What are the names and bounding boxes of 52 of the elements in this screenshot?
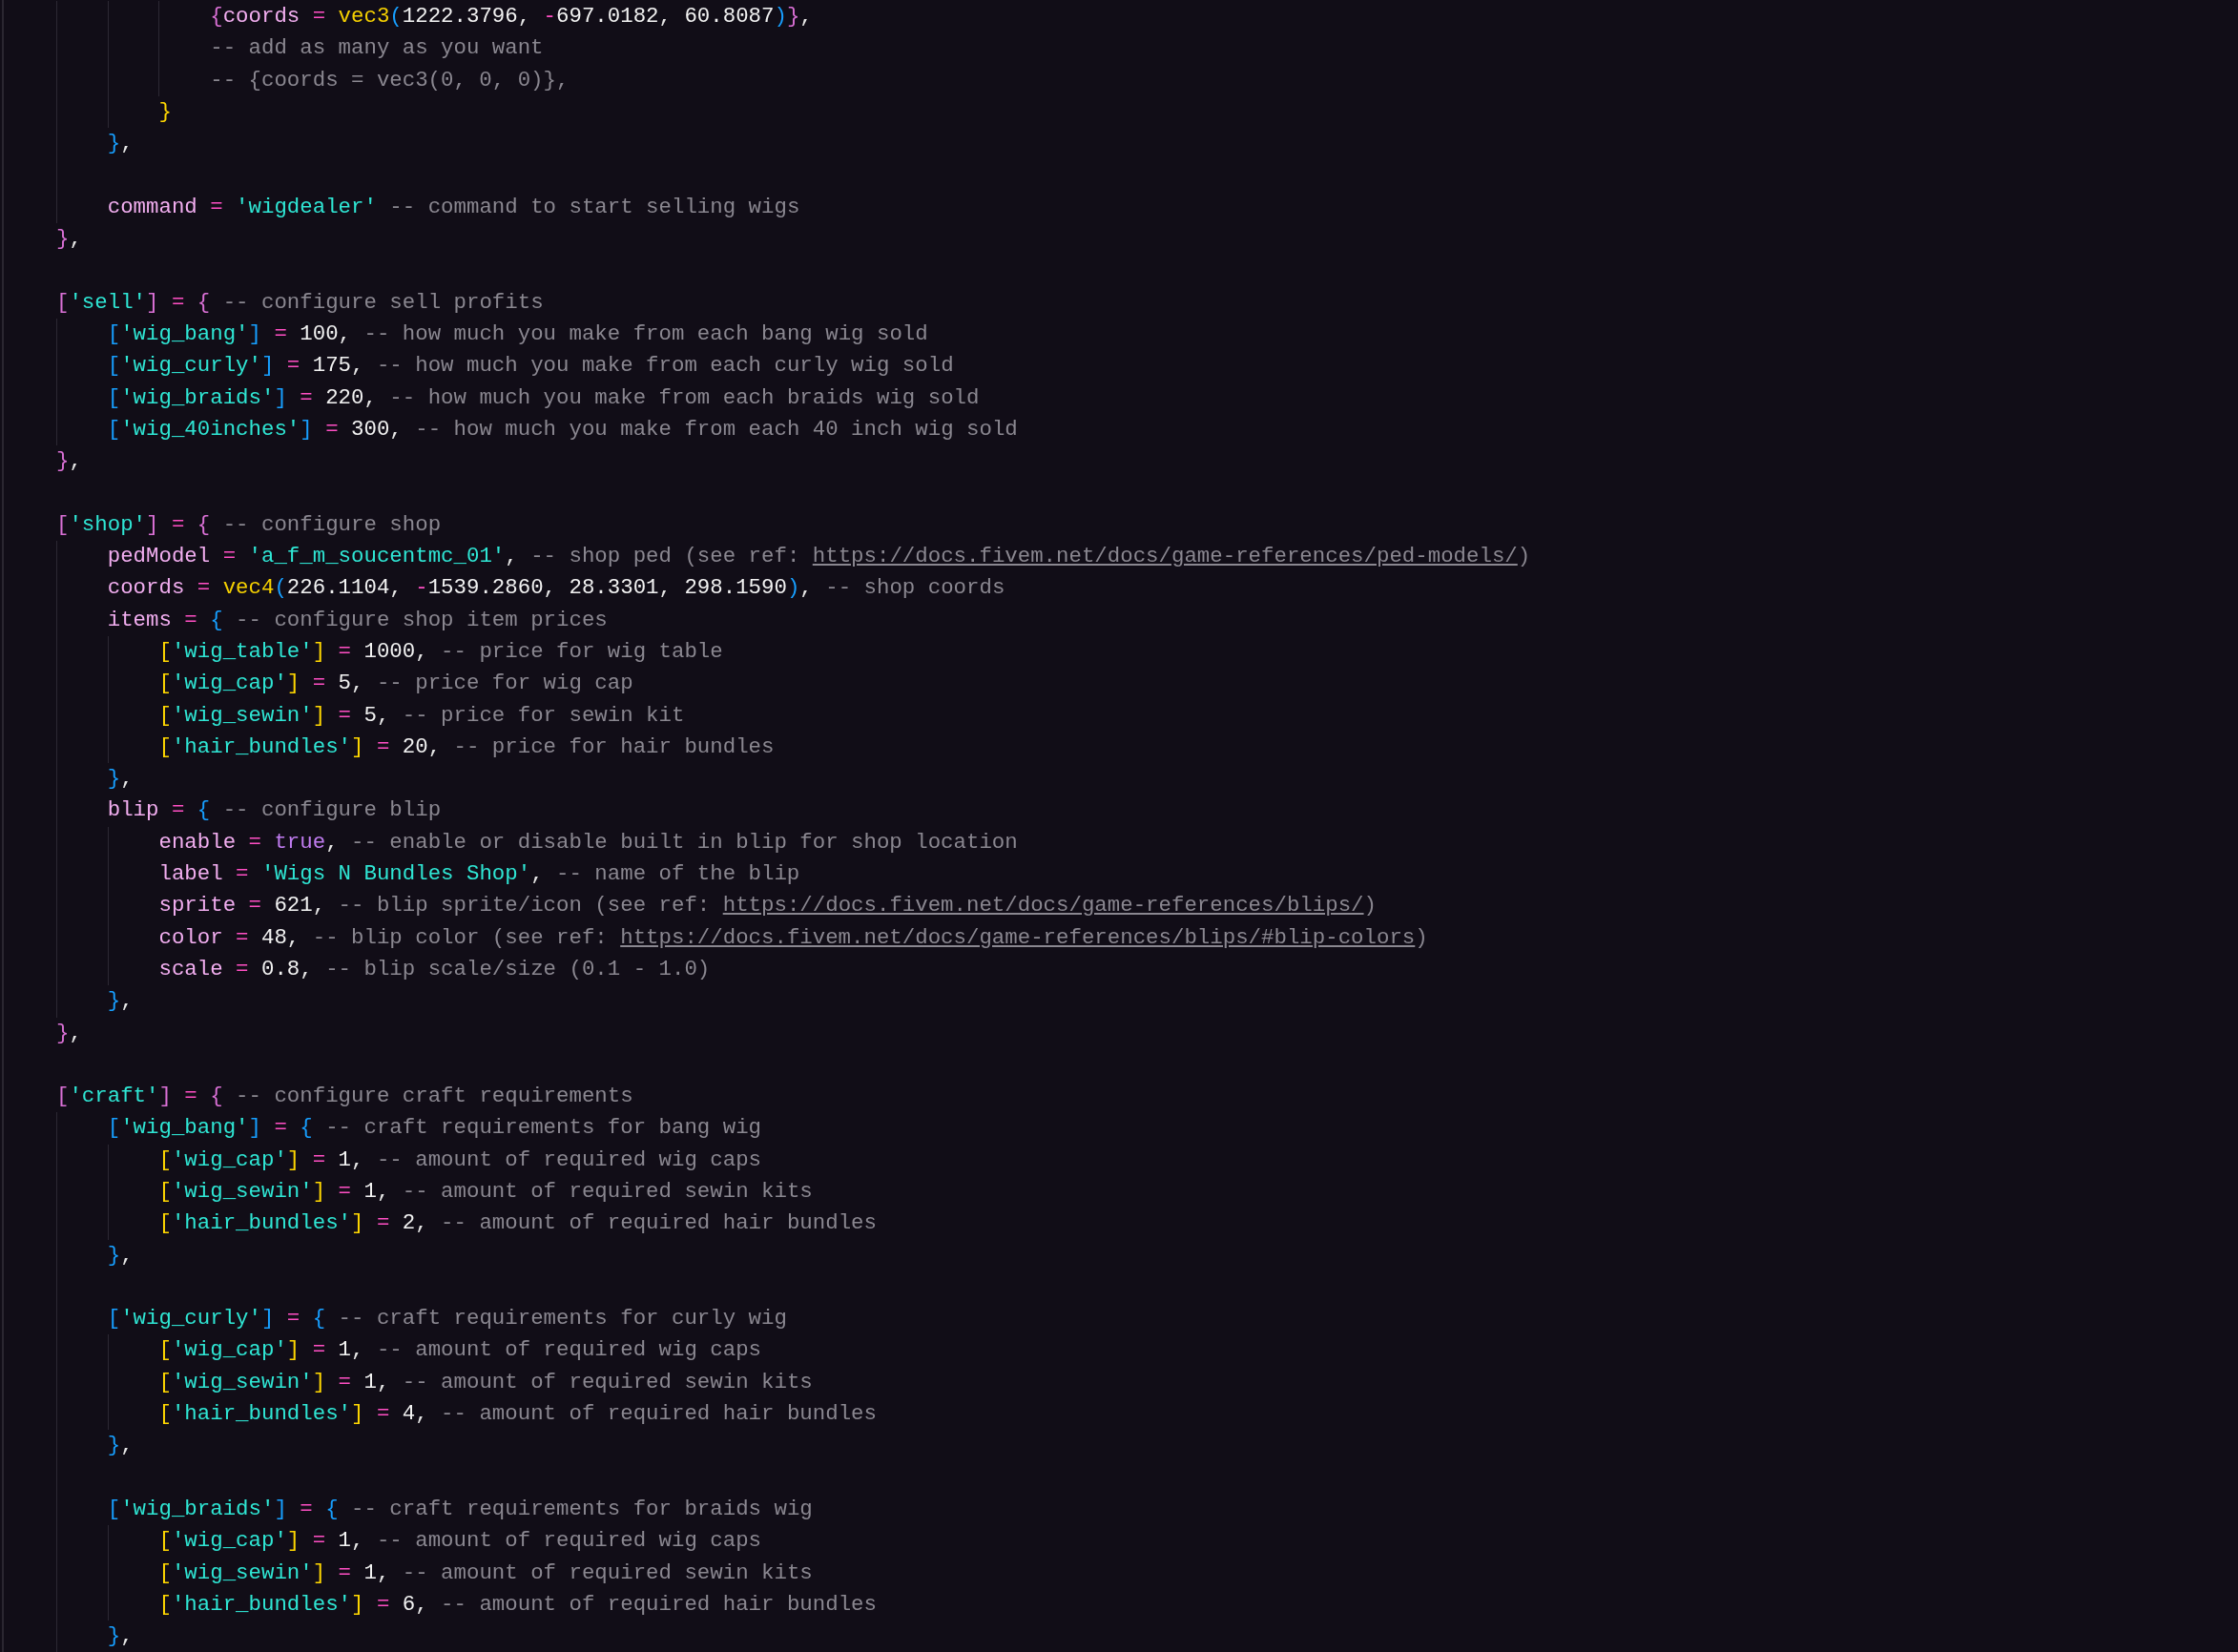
code-line: blip = { -- configure blip [107,796,442,825]
code-line: ) [1517,543,1531,571]
code-line: ['wig_cap'] = 1, -- amount of required wig caps [158,1146,761,1174]
code-line: ) [1363,892,1377,920]
code-line: ['hair_bundles'] = 6, -- amount of required hair bundles [158,1590,877,1619]
code-line: ['wig_cap'] = 5, -- price for wig cap [158,670,633,698]
code-line: -- {coords = vec3(0, 0, 0)}, [210,66,570,94]
url-link[interactable]: https://docs.fivem.net/docs/game-references/ped-models/ [812,541,1518,573]
code-line: }, [107,130,134,158]
code-line: }, [56,225,82,254]
code-line: }, [107,1432,134,1460]
code-line: label = 'Wigs N Bundles Shop', -- name of the blip [158,860,800,888]
code-line: ['wig_cap'] = 1, -- amount of required wig caps [158,1527,761,1556]
code-line: ['shop'] = { -- configure shop [56,510,442,539]
code-line: sprite = 621, -- blip sprite/icon (see ref: [158,892,712,920]
code-line: ['hair_bundles'] = 4, -- amount of required hair bundles [158,1400,877,1429]
code-line: ['wig_bang'] = 100, -- how much you make from each bang wig sold [107,320,928,348]
code-line: ['wig_sewin'] = 1, -- amount of required sewin kits [158,1368,813,1396]
url-link[interactable]: https://docs.fivem.net/docs/game-references/blips/#blip-colors [620,921,1416,954]
code-line: ['wig_40inches'] = 300, -- how much you make from each 40 inch wig sold [107,415,1018,444]
code-line: {coords = vec3(1222.3796, -697.0182, 60.8087)}, [210,3,813,31]
code-line: ['wig_table'] = 1000, -- price for wig table [158,637,723,666]
code-line: color = 48, -- blip color (see ref: [158,923,609,952]
code-line: ['wig_sewin'] = 5, -- price for sewin kit [158,701,685,730]
code-line: } [158,97,172,126]
code-line: ['sell'] = { -- configure sell profits [56,288,544,317]
code-line: ['wig_cap'] = 1, -- amount of required wig caps [158,1336,761,1365]
code-line: ['craft'] = { -- configure craft requirements [56,1083,633,1111]
code-line: }, [107,765,134,794]
code-line: coords = vec4(226.1104, -1539.2860, 28.3301, 298.1590), -- shop coords [107,574,1005,603]
code-line: ['wig_braids'] = 220, -- how much you make from each braids wig sold [107,383,980,412]
code-line: -- add as many as you want [210,34,544,63]
code-line: scale = 0.8, -- blip scale/size (0.1 - 1.0) [158,955,711,983]
code-line: }, [56,447,82,476]
code-line: ['wig_curly'] = 175, -- how much you make from each curly wig sold [107,352,954,381]
code-line: ['hair_bundles'] = 20, -- price for hair bundles [158,733,775,761]
code-line: ['wig_bang'] = { -- craft requirements for bang wig [107,1114,761,1143]
code-line: }, [107,1622,134,1651]
code-line: ['wig_sewin'] = 1, -- amount of required sewin kits [158,1559,813,1587]
code-line: ['wig_braids'] = { -- craft requirements for braids wig [107,1495,813,1523]
code-line: }, [107,987,134,1016]
code-line: ['hair_bundles'] = 2, -- amount of required hair bundles [158,1209,877,1238]
code-line: pedModel = 'a_f_m_soucentmc_01', -- shop ped (see ref: [107,543,801,571]
code-line: ['wig_curly'] = { -- craft requirements for curly wig [107,1305,787,1333]
code-line: command = 'wigdealer' -- command to start selling wigs [107,193,800,221]
code-line: ['wig_sewin'] = 1, -- amount of required sewin kits [158,1178,813,1206]
code-line: ) [1415,923,1428,952]
url-link[interactable]: https://docs.fivem.net/docs/game-references/blips/ [722,890,1364,922]
code-line: items = { -- configure shop item prices [107,606,608,634]
code-line: }, [107,1241,134,1270]
code-line: }, [56,1019,82,1047]
code-line: enable = true, -- enable or disable built in blip for shop location [158,828,1018,857]
